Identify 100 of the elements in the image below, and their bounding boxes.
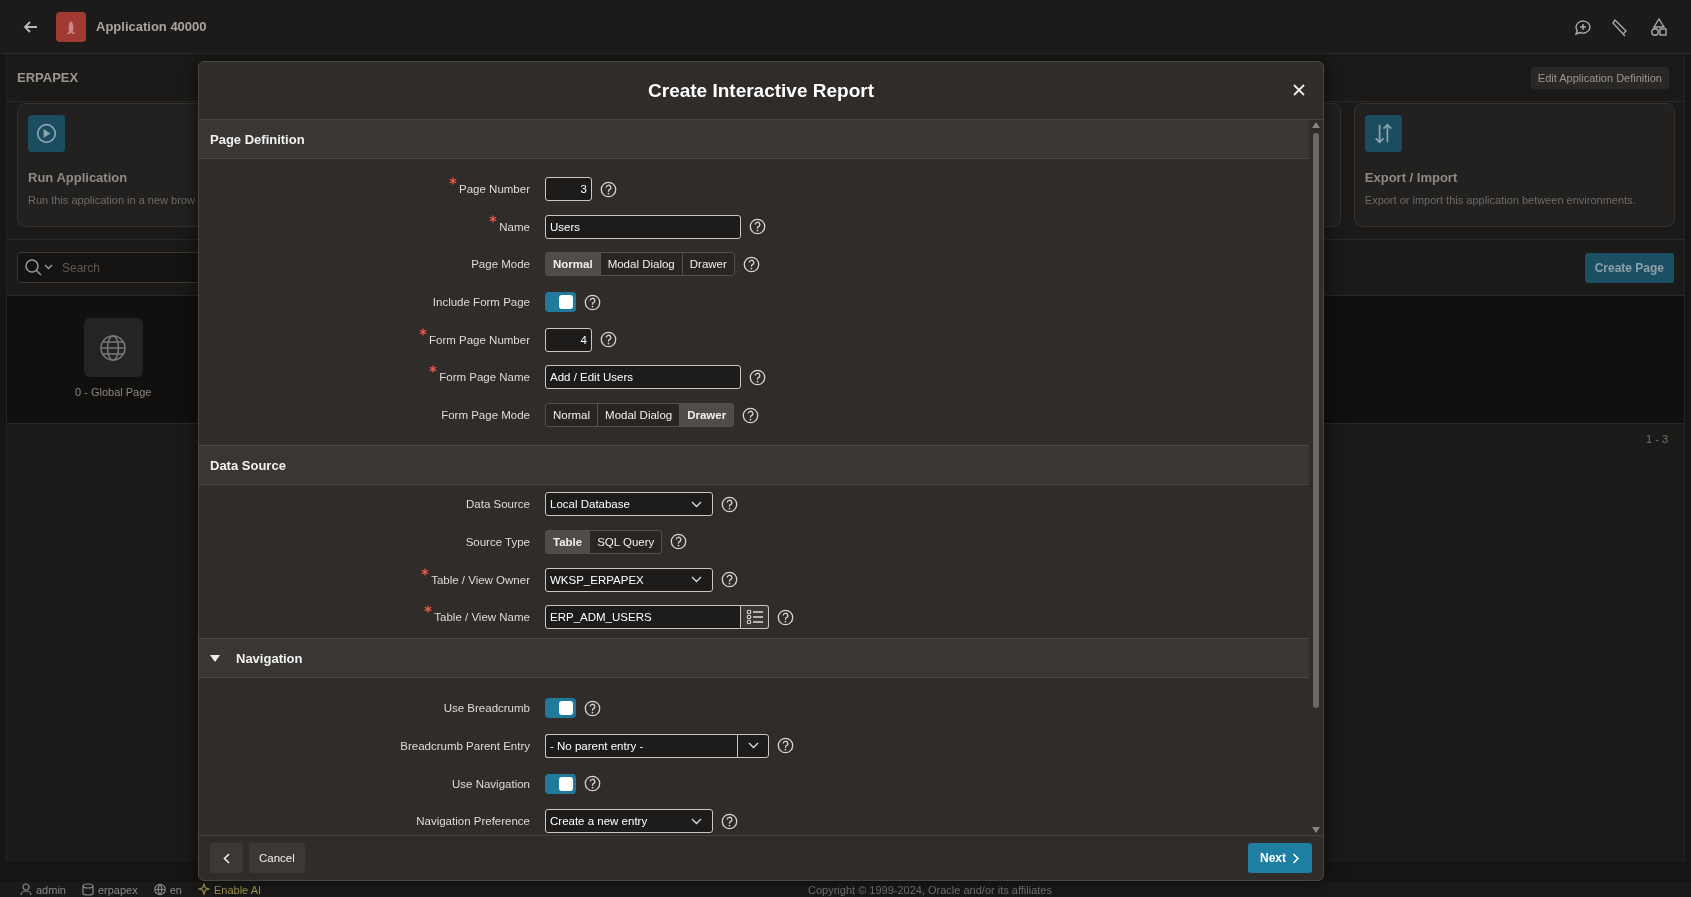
- field-label: Page Number: [459, 183, 530, 195]
- action-card[interactable]: Export / Import Export or import this application between environments.: [1353, 103, 1675, 227]
- triangle-icon[interactable]: [210, 654, 220, 662]
- search-icon: [24, 257, 54, 278]
- list-button[interactable]: [741, 605, 769, 630]
- field-label: Source Type: [465, 535, 530, 548]
- text-field[interactable]: Add / Edit Users: [545, 365, 741, 390]
- help-icon[interactable]: [600, 180, 617, 198]
- play-icon: [28, 115, 65, 152]
- card-title: Run Application: [28, 170, 129, 185]
- field-label: Form Page Mode: [441, 409, 530, 422]
- field-label: Form Page Name: [439, 371, 530, 384]
- app-icon: [56, 11, 86, 42]
- dialog-title: Create Interactive Report: [648, 79, 874, 102]
- workspace-title: ERPAPEX: [17, 70, 79, 85]
- help-icon[interactable]: [721, 571, 738, 588]
- status-item[interactable]: admin: [36, 883, 66, 896]
- field-label: Name: [499, 220, 530, 233]
- back-icon[interactable]: [22, 18, 40, 35]
- chevron-icon: [691, 576, 702, 583]
- schema-icon: [81, 883, 94, 896]
- app-title: Application 40000: [96, 19, 207, 34]
- segment-button[interactable]: Modal Dialog: [597, 403, 681, 428]
- row-count: 1 - 3: [1645, 432, 1669, 447]
- number-field[interactable]: 3: [545, 177, 592, 201]
- help-icon[interactable]: [670, 533, 688, 551]
- card-description: Run this application in a new brow: [28, 194, 196, 206]
- segment-button[interactable]: Table: [545, 529, 591, 554]
- section-title: Data Source: [210, 457, 286, 473]
- chevron-icon: [691, 500, 702, 508]
- text-field[interactable]: - No parent entry -: [545, 733, 737, 758]
- scrollbar[interactable]: [1309, 120, 1323, 835]
- segment-button[interactable]: Drawer: [681, 252, 735, 277]
- arrows-icon: [1364, 115, 1402, 152]
- card-description: Export or import this application between environments.: [1364, 194, 1637, 206]
- chevron-icon: [691, 817, 702, 825]
- field-label: Page Mode: [471, 258, 530, 271]
- ai-icon: [198, 883, 210, 896]
- text-field[interactable]: Users: [545, 214, 741, 239]
- field-label: Use Breadcrumb: [443, 702, 530, 715]
- help-icon[interactable]: [584, 699, 601, 717]
- chevron-right-icon: [1292, 852, 1300, 864]
- help-icon[interactable]: [721, 812, 738, 830]
- segment-button[interactable]: Normal: [545, 252, 601, 277]
- status-item[interactable]: en: [169, 883, 182, 896]
- shapes-icon[interactable]: [1649, 16, 1669, 37]
- toggle-switch[interactable]: [545, 773, 576, 794]
- globe-icon: [98, 332, 129, 363]
- help-icon[interactable]: [584, 775, 601, 793]
- status-item[interactable]: Enable AI: [214, 883, 262, 896]
- help-icon[interactable]: [749, 368, 766, 386]
- chevron-left-icon: [222, 852, 231, 864]
- help-icon[interactable]: [749, 218, 766, 236]
- list-icon: [745, 609, 764, 626]
- section-title: Page Definition: [210, 131, 305, 147]
- copyright-text: Copyright © 1999-2024, Oracle and/or its affiliates: [808, 883, 1052, 896]
- dropdown-button[interactable]: [737, 733, 769, 758]
- page-label: 0 - Global Page: [75, 386, 152, 398]
- help-icon[interactable]: [721, 495, 738, 513]
- cancel-button[interactable]: Cancel: [249, 843, 305, 873]
- field-label: Table / View Owner: [431, 573, 530, 586]
- status-item[interactable]: erpapex: [97, 883, 138, 896]
- help-icon[interactable]: [584, 293, 601, 311]
- scroll-down-icon[interactable]: [1312, 827, 1320, 833]
- language-icon: [153, 883, 166, 896]
- back-button[interactable]: [210, 843, 243, 873]
- search-field[interactable]: Search: [60, 259, 264, 276]
- select-field[interactable]: Create a new entry: [545, 809, 713, 834]
- close-icon[interactable]: [1291, 82, 1307, 98]
- segment-button[interactable]: Modal Dialog: [599, 252, 683, 277]
- scroll-up-icon[interactable]: [1312, 122, 1320, 128]
- segment-button[interactable]: Normal: [545, 403, 599, 428]
- card-title: Export / Import: [1364, 170, 1459, 185]
- select-field[interactable]: WKSP_ERPAPEX: [545, 567, 713, 592]
- number-field[interactable]: 4: [545, 327, 592, 352]
- page-tile[interactable]: [83, 318, 143, 377]
- field-label: Table / View Name: [434, 611, 530, 624]
- help-icon[interactable]: [742, 255, 760, 273]
- help-icon[interactable]: [777, 737, 794, 755]
- toggle-switch[interactable]: [545, 698, 576, 719]
- text-field[interactable]: ERP_ADM_USERS: [545, 605, 741, 630]
- field-label: Use Navigation: [452, 777, 530, 790]
- field-label: Breadcrumb Parent Entry: [400, 739, 530, 752]
- field-label: Include Form Page: [432, 296, 530, 309]
- segment-button[interactable]: Drawer: [679, 403, 735, 428]
- segment-button[interactable]: SQL Query: [589, 529, 663, 554]
- help-icon[interactable]: [777, 608, 794, 626]
- edit-definition-button[interactable]: Edit Application Definition: [1530, 66, 1669, 89]
- next-button[interactable]: Next: [1248, 843, 1312, 873]
- user-icon: [20, 883, 32, 896]
- chevron-icon: [747, 742, 759, 750]
- toggle-switch[interactable]: [545, 292, 576, 313]
- section-header[interactable]: Navigation: [199, 638, 1309, 679]
- field-label: Data Source: [466, 498, 530, 511]
- help-icon[interactable]: [600, 331, 617, 349]
- section-title: Navigation: [236, 650, 303, 666]
- field-label: Navigation Preference: [416, 815, 530, 828]
- help-icon[interactable]: [742, 406, 760, 424]
- field-label: Form Page Number: [429, 333, 530, 346]
- select-field[interactable]: Local Database: [545, 492, 713, 517]
